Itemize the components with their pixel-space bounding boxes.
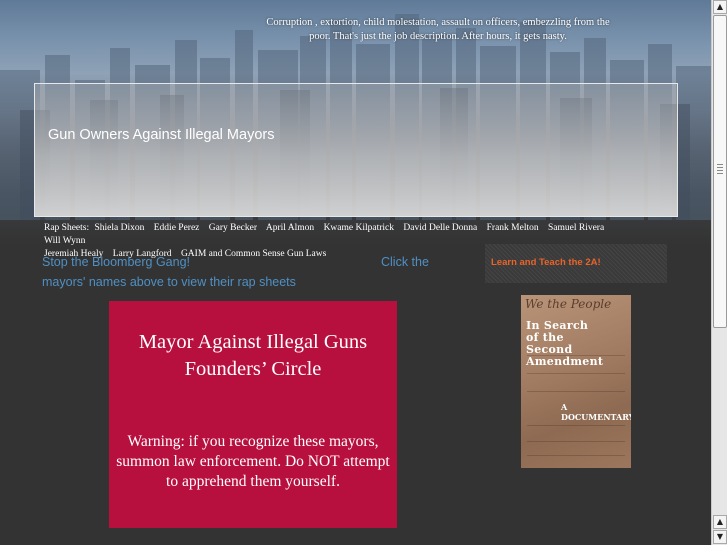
book-subtitle: A DOCUMENTARY [561, 402, 631, 422]
intro-instruction: Click the [381, 255, 429, 269]
site-title: Gun Owners Against Illegal Mayors [48, 127, 275, 143]
rap-sheets-label: Rap Sheets: [44, 223, 90, 233]
rap-sheet-link[interactable]: Samuel Rivera [548, 223, 604, 233]
rap-sheet-link[interactable]: David Delle Donna [403, 223, 477, 233]
book-title: In Search of the Second Amendment [526, 320, 626, 368]
rap-sheet-link[interactable]: Frank Melton [487, 223, 539, 233]
rap-sheet-link[interactable]: Kwame Kilpatrick [324, 223, 394, 233]
scroll-down-button[interactable]: ▼ [713, 530, 727, 544]
book-script-text: We the People [525, 297, 612, 311]
rap-sheet-link[interactable]: Gary Becker [209, 223, 257, 233]
founders-warning: Warning: if you recognize these mayors, … [116, 433, 390, 490]
book-cover-image[interactable]: We the People In Search of the Second Am… [521, 295, 631, 468]
founders-title: Mayor Against Illegal Guns Founders’ Cir… [138, 331, 368, 380]
scroll-up-button[interactable]: ▲ [713, 0, 727, 14]
title-banner: Gun Owners Against Illegal Mayors [34, 83, 678, 217]
gaim-laws-link[interactable]: GAIM and Common Sense Gun Laws [181, 249, 326, 259]
learn-2a-link[interactable]: Learn and Teach the 2A! [491, 257, 601, 268]
header-tagline: Corruption , extortion, child molestatio… [266, 17, 610, 42]
book-title-line: Amendment [526, 355, 604, 368]
learn-2a-box[interactable]: Learn and Teach the 2A! [485, 244, 667, 283]
rap-sheet-link[interactable]: Eddie Perez [154, 223, 200, 233]
scrollbar-grip-icon [717, 164, 723, 174]
intro-instruction-continued: mayors' names above to view their rap sh… [42, 275, 296, 289]
rap-sheet-link[interactable]: April Almon [266, 223, 314, 233]
intro-headline: Stop the Bloomberg Gang! [42, 255, 191, 269]
scroll-up-button-lower[interactable]: ▲ [713, 515, 727, 529]
rap-sheet-link[interactable]: Shiela Dixon [95, 223, 145, 233]
founders-circle-box: Mayor Against Illegal Guns Founders’ Cir… [109, 301, 397, 528]
page: Corruption , extortion, child molestatio… [0, 0, 711, 545]
vertical-scrollbar[interactable]: ▲ ▲ ▼ [711, 0, 727, 545]
scrollbar-thumb[interactable] [713, 15, 727, 328]
rap-sheet-link[interactable]: Will Wynn [44, 236, 85, 246]
